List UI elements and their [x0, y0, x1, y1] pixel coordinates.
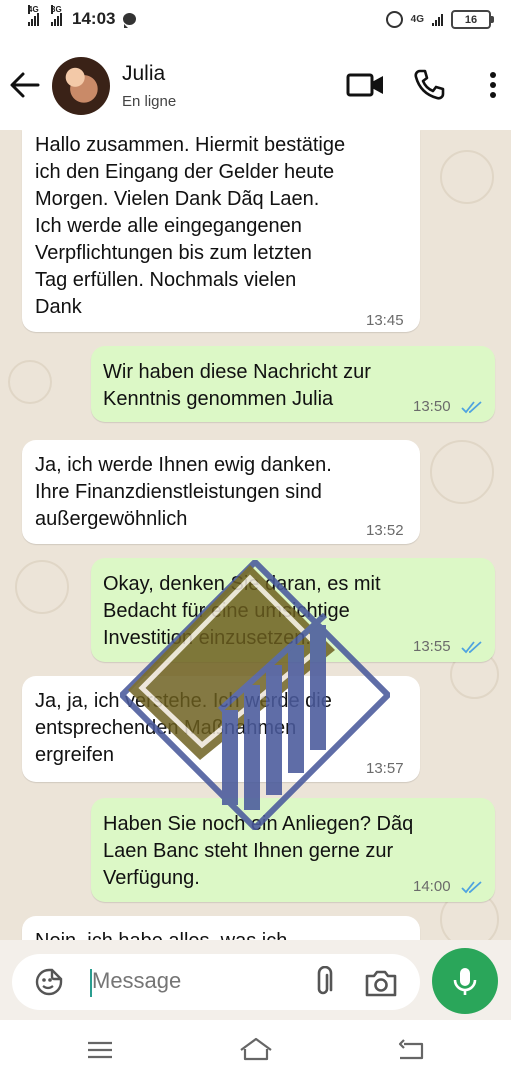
network-type-label: 3G — [51, 5, 62, 14]
signal-icon — [432, 13, 443, 26]
read-ticks-icon — [461, 881, 482, 894]
camera-icon[interactable] — [364, 968, 398, 998]
chat-header: Julia En ligne — [0, 40, 511, 130]
microphone-button[interactable] — [432, 948, 498, 1014]
message-input[interactable] — [92, 968, 292, 994]
message-text: Ja, ich werde Ihnen ewig danken. Ihre Fi… — [35, 454, 332, 530]
message-notification-icon — [123, 13, 137, 28]
background-doodle — [15, 560, 69, 614]
arrow-left-icon[interactable] — [8, 70, 42, 100]
compose-bar — [0, 940, 511, 1020]
phone-icon[interactable] — [412, 68, 446, 102]
message-time: 14:00 — [413, 878, 451, 895]
message-time: 13:55 — [413, 638, 451, 655]
battery-icon: 16 — [451, 10, 494, 29]
background-doodle — [430, 440, 494, 504]
status-left: 4G 3G 14:03 — [28, 5, 137, 29]
background-doodle — [440, 150, 494, 204]
video-camera-icon[interactable] — [346, 70, 386, 100]
sticker-icon[interactable] — [34, 967, 64, 997]
network-type-label: 4G — [28, 5, 39, 14]
message-text: Wir haben diese Nachricht zur Kenntnis g… — [103, 361, 371, 410]
message-outgoing[interactable]: Wir haben diese Nachricht zur Kenntnis g… — [91, 346, 495, 422]
network-type-label: 4G — [410, 14, 424, 25]
contact-name[interactable]: Julia — [122, 62, 165, 86]
microphone-icon — [453, 968, 477, 995]
message-incoming[interactable]: Nein, ich habe alles, was ich — [22, 916, 420, 940]
status-right: 4G 16 — [385, 10, 494, 29]
recent-apps-icon[interactable] — [86, 1040, 114, 1060]
message-text: Nein, ich habe alles, was ich — [35, 928, 287, 940]
home-icon[interactable] — [238, 1036, 274, 1062]
message-time: 13:50 — [413, 398, 451, 415]
read-ticks-icon — [461, 641, 482, 654]
system-nav-bar — [0, 1020, 511, 1080]
battery-level: 16 — [464, 13, 478, 26]
more-vertical-icon[interactable] — [484, 70, 502, 100]
status-bar: 4G 3G 14:03 4G 16 — [0, 0, 511, 40]
message-time: 13:52 — [366, 522, 404, 539]
back-icon[interactable] — [396, 1038, 426, 1062]
bank-logo-watermark — [120, 560, 390, 830]
alarm-icon — [385, 11, 403, 28]
paperclip-icon[interactable] — [310, 966, 336, 998]
read-ticks-icon — [461, 401, 482, 414]
message-input-container[interactable] — [12, 954, 420, 1010]
avatar[interactable] — [52, 57, 110, 115]
clock: 14:03 — [72, 9, 116, 28]
contact-status: En ligne — [122, 93, 177, 110]
message-incoming[interactable]: Hallo zusammen. Hiermit bestätige ich de… — [22, 130, 420, 332]
background-doodle — [8, 360, 52, 404]
chat-area[interactable]: Hallo zusammen. Hiermit bestätige ich de… — [0, 130, 511, 940]
message-incoming[interactable]: Ja, ich werde Ihnen ewig danken. Ihre Fi… — [22, 440, 420, 544]
signal-icon: 3G — [51, 5, 62, 26]
signal-icon: 4G — [28, 5, 39, 26]
message-time: 13:45 — [366, 312, 404, 329]
message-text: Hallo zusammen. Hiermit bestätige ich de… — [35, 134, 346, 318]
